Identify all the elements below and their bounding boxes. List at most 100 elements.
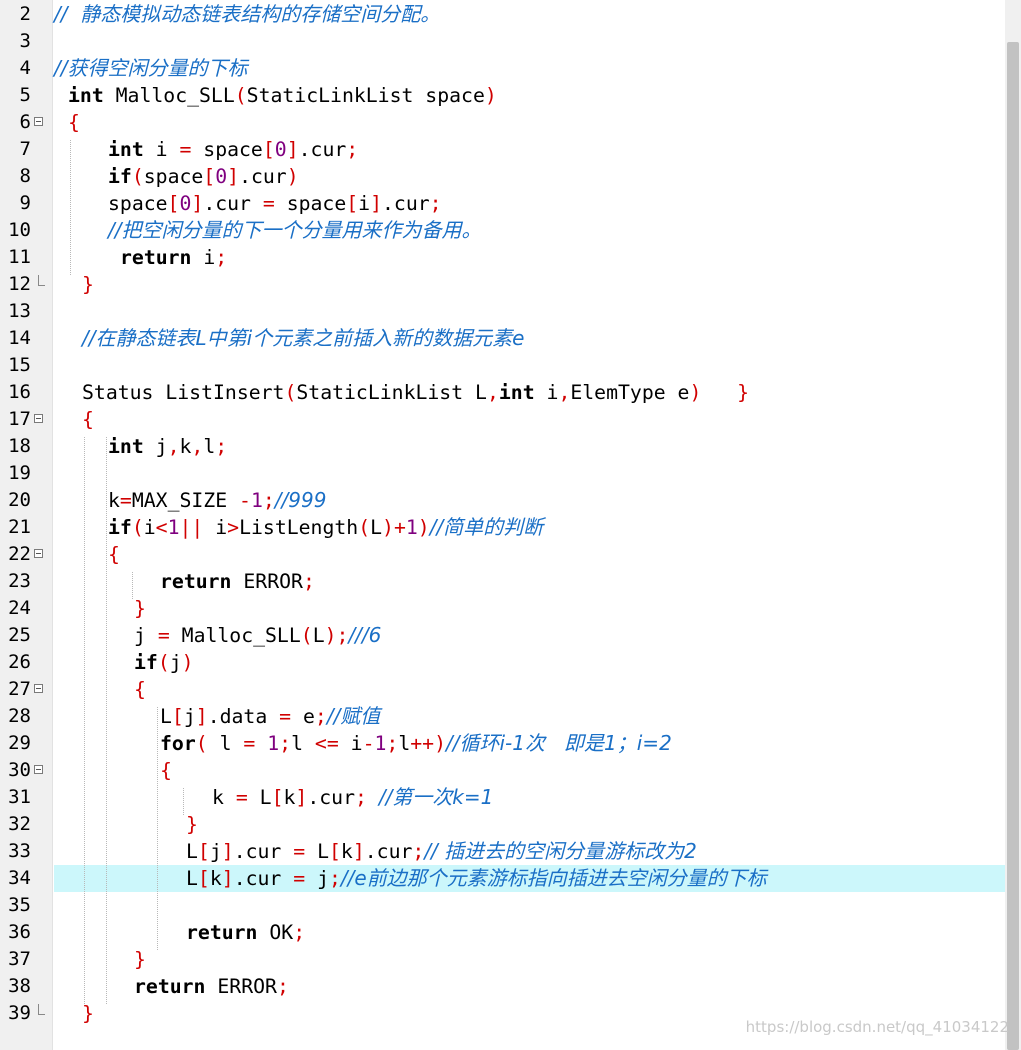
- line-number: 11: [8, 246, 31, 268]
- code-keyword: if: [134, 651, 158, 674]
- line-number: 12: [8, 273, 31, 295]
- code-line[interactable]: 32}: [0, 811, 1005, 838]
- code-line[interactable]: 3: [0, 28, 1005, 55]
- line-number: 28: [8, 705, 31, 727]
- code-line[interactable]: 31 k = L[k].cur; //第一次k=1: [0, 784, 1005, 811]
- code-line[interactable]: 23 return ERROR;: [0, 568, 1005, 595]
- code-token: ): [286, 165, 299, 188]
- code-text: space[0].cur = space[i].cur;: [108, 190, 442, 217]
- code-text: if(j): [134, 649, 194, 676]
- line-number: 38: [8, 975, 31, 997]
- code-editor[interactable]: 2 // 静态模拟动态链表结构的存储空间分配。 3 4//获得空闲分量的下标 5 int …: [0, 0, 1021, 1050]
- code-line[interactable]: 8 if(space[0].cur): [0, 163, 1005, 190]
- line-number: 2: [19, 3, 31, 25]
- code-token: (: [284, 381, 297, 404]
- indent-guide: [157, 707, 158, 950]
- code-line[interactable]: 7 int i = space[0].cur;: [0, 136, 1005, 163]
- code-keyword: int: [108, 138, 144, 161]
- code-line[interactable]: 24}: [0, 595, 1005, 622]
- code-line[interactable]: 2 // 静态模拟动态链表结构的存储空间分配。: [0, 1, 1005, 28]
- code-line[interactable]: 26 if(j): [0, 649, 1005, 676]
- code-text: return ERROR;: [134, 973, 289, 1000]
- code-line[interactable]: 15: [0, 352, 1005, 379]
- code-line[interactable]: 20 k=MAX_SIZE -1;//999: [0, 487, 1005, 514]
- code-line[interactable]: 36 return OK;: [0, 919, 1005, 946]
- code-token: ;: [276, 975, 289, 998]
- code-token: ;: [412, 840, 425, 863]
- code-line[interactable]: 28 L[j].data = e;//赋值: [0, 703, 1005, 730]
- line-number: 35: [8, 894, 31, 916]
- code-text: k=MAX_SIZE -1;//999: [108, 487, 326, 514]
- code-line[interactable]: 33 L[j].cur = L[k].cur;// 插进去的空闲分量游标改为2: [0, 838, 1005, 865]
- code-token: ]: [191, 192, 204, 215]
- line-number: 13: [8, 300, 31, 322]
- code-token: j: [305, 867, 329, 890]
- indent-guide: [84, 437, 85, 1004]
- code-token: =: [262, 192, 275, 215]
- code-token: ]: [221, 840, 234, 863]
- vertical-scrollbar[interactable]: [1005, 0, 1021, 1050]
- code-token: -: [362, 732, 375, 755]
- code-text: {: [68, 109, 80, 136]
- code-token: ListLength: [239, 516, 359, 539]
- code-token: j: [169, 651, 182, 674]
- code-line[interactable]: 13: [0, 298, 1005, 325]
- line-number: 22: [8, 543, 31, 565]
- code-token: .cur: [233, 840, 294, 863]
- fold-collapse-icon[interactable]: [34, 117, 43, 126]
- code-line[interactable]: 38 return ERROR;: [0, 973, 1005, 1000]
- code-comment: //999: [274, 488, 327, 512]
- code-token: =: [119, 489, 132, 512]
- code-line[interactable]: 10 //把空闲分量的下一个分量用来作为备用。: [0, 217, 1005, 244]
- code-line[interactable]: 19: [0, 460, 1005, 487]
- fold-end-marker-icon: [38, 1004, 45, 1015]
- line-number: 32: [8, 813, 31, 835]
- code-line[interactable]: 4 //获得空闲分量的下标: [0, 55, 1005, 82]
- fold-collapse-icon[interactable]: [34, 765, 43, 774]
- code-token: space: [108, 192, 168, 215]
- code-text: int Malloc_SLL(StaticLinkList space): [68, 82, 497, 109]
- line-number: 25: [8, 624, 31, 646]
- code-keyword: return: [120, 246, 192, 269]
- code-token: ): [689, 381, 702, 404]
- code-token: ]: [370, 192, 383, 215]
- code-token: ;: [262, 489, 275, 512]
- code-line[interactable]: 17 {: [0, 406, 1005, 433]
- fold-collapse-icon[interactable]: [34, 549, 43, 558]
- code-line[interactable]: 22 {: [0, 541, 1005, 568]
- code-line[interactable]: 29 for( l = 1;l <= i-1;l++)//循环i-1次 即是1；i…: [0, 730, 1005, 757]
- code-text: j = Malloc_SLL(L);///6: [134, 622, 381, 649]
- code-line[interactable]: 25 j = Malloc_SLL(L);///6: [0, 622, 1005, 649]
- code-comment: //循环i-1次 即是1；i=2: [445, 731, 672, 755]
- code-line[interactable]: 16 Status ListInsert(StaticLinkList L,int…: [0, 379, 1005, 406]
- code-line[interactable]: 21 if(i<1|| i>ListLength(L)+1)//简单的判断: [0, 514, 1005, 541]
- code-line[interactable]: 30 {: [0, 757, 1005, 784]
- code-token: }: [186, 813, 198, 836]
- code-line[interactable]: 5 int Malloc_SLL(StaticLinkList space): [0, 82, 1005, 109]
- code-line[interactable]: 37}: [0, 946, 1005, 973]
- fold-end-marker-icon: [38, 275, 45, 286]
- code-line[interactable]: 27 {: [0, 676, 1005, 703]
- code-comment: // 静态模拟动态链表结构的存储空间分配。: [54, 2, 441, 26]
- code-line[interactable]: 18 int j,k,l;: [0, 433, 1005, 460]
- code-comment: ///6: [348, 623, 382, 647]
- code-line[interactable]: 6{: [0, 109, 1005, 136]
- code-token: <: [155, 516, 168, 539]
- code-text: L[j].cur = L[k].cur;// 插进去的空闲分量游标改为2: [186, 838, 697, 865]
- line-number: 14: [8, 327, 31, 349]
- code-line[interactable]: 9 space[0].cur = space[i].cur;: [0, 190, 1005, 217]
- line-number: 31: [8, 786, 31, 808]
- code-line[interactable]: 14 //在静态链表L中第i个元素之前插入新的数据元素e: [0, 325, 1005, 352]
- fold-collapse-icon[interactable]: [34, 414, 43, 423]
- code-line[interactable]: 35: [0, 892, 1005, 919]
- code-token: L: [186, 867, 198, 890]
- code-line[interactable]: 11 return i;: [0, 244, 1005, 271]
- code-area[interactable]: 2 // 静态模拟动态链表结构的存储空间分配。 3 4//获得空闲分量的下标 5 int …: [0, 0, 1005, 1050]
- code-line[interactable]: 12}: [0, 271, 1005, 298]
- code-line[interactable]: 34 L[k].cur = j;//e前边那个元素游标指向插进去空闲分量的下标: [0, 865, 1005, 892]
- scrollbar-thumb[interactable]: [1007, 42, 1019, 1050]
- code-token: .cur: [233, 867, 294, 890]
- code-token: ,: [167, 435, 180, 458]
- fold-collapse-icon[interactable]: [34, 684, 43, 693]
- code-token: k: [340, 840, 353, 863]
